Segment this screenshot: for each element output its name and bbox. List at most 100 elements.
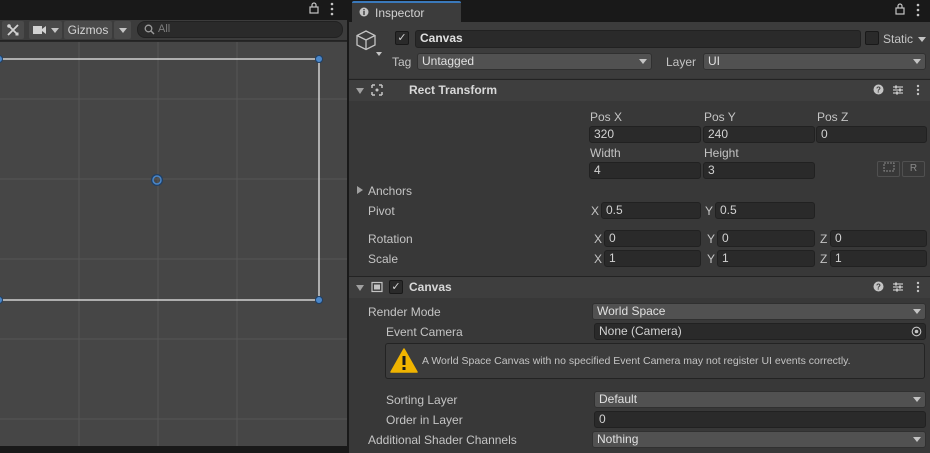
kebab-menu-icon[interactable] <box>916 3 920 20</box>
active-checkbox[interactable]: ✓ <box>395 31 409 45</box>
sorting-layer-label: Sorting Layer <box>386 393 458 407</box>
gizmos-label: Gizmos <box>67 23 109 37</box>
render-mode-dropdown[interactable]: World Space <box>592 303 926 320</box>
chevron-down-icon <box>913 437 921 442</box>
scale-x-field[interactable]: 1 <box>604 250 701 267</box>
video-camera-icon <box>32 26 46 34</box>
pos-z-label: Pos Z <box>817 110 849 124</box>
rotation-z-field[interactable]: 0 <box>830 230 927 247</box>
pos-z-field[interactable]: 0 <box>816 126 927 143</box>
rect-handle-top-right[interactable] <box>315 55 323 63</box>
static-label[interactable]: Static <box>883 32 913 46</box>
rect-transform-icon <box>370 84 384 98</box>
foldout-arrow-icon[interactable] <box>356 88 364 94</box>
static-dropdown-arrow-icon[interactable] <box>918 37 926 42</box>
gizmos-dropdown-button[interactable] <box>114 21 131 39</box>
rect-handle-bottom-left[interactable] <box>0 296 3 304</box>
event-camera-field[interactable]: None (Camera) <box>594 323 926 340</box>
raw-edit-button[interactable]: R <box>902 161 925 177</box>
search-icon <box>144 24 155 38</box>
pivot-y-axis-label[interactable]: Y <box>705 204 713 218</box>
inspector-panel: Inspector ✓ Canvas Static Tag Untagged L… <box>349 0 930 453</box>
anchors-label[interactable]: Anchors <box>368 184 412 198</box>
kebab-menu-icon[interactable] <box>330 2 334 19</box>
rotation-label: Rotation <box>368 232 413 246</box>
scene-search-input[interactable]: All <box>137 21 343 38</box>
shader-channels-value: Nothing <box>597 432 639 446</box>
canvas-icon <box>370 281 384 295</box>
rect-transform-header[interactable]: Rect Transform ? <box>349 79 930 101</box>
layer-dropdown[interactable]: UI <box>703 53 926 70</box>
help-icon[interactable]: ? <box>871 84 885 98</box>
rotation-y-axis-label[interactable]: Y <box>707 232 715 246</box>
scale-y-axis-label[interactable]: Y <box>707 252 715 266</box>
sorting-layer-dropdown[interactable]: Default <box>594 391 926 408</box>
scale-z-axis-label[interactable]: Z <box>820 252 827 266</box>
gameobject-header: ✓ Canvas Static Tag Untagged Layer UI <box>349 22 930 78</box>
render-mode-label: Render Mode <box>368 305 441 319</box>
info-icon <box>359 6 369 20</box>
chevron-down-icon <box>913 309 921 314</box>
rect-handle-bottom-right[interactable] <box>315 296 323 304</box>
lock-icon[interactable] <box>309 2 319 17</box>
blueprint-mode-button[interactable] <box>877 161 900 177</box>
camera-dropdown-button[interactable] <box>29 21 62 39</box>
scale-y-field[interactable]: 1 <box>717 250 815 267</box>
foldout-arrow-icon[interactable] <box>356 285 364 291</box>
pos-x-field[interactable]: 320 <box>589 126 701 143</box>
height-field[interactable]: 3 <box>703 162 815 179</box>
order-in-layer-field[interactable]: 0 <box>594 411 926 428</box>
layer-label: Layer <box>666 55 697 69</box>
object-picker-icon[interactable] <box>911 326 922 339</box>
chevron-down-icon <box>639 59 647 64</box>
canvas-component-header[interactable]: ✓ Canvas ? <box>349 276 930 298</box>
warning-icon <box>390 348 418 377</box>
scene-view-panel: Gizmos All <box>0 0 347 453</box>
anchors-foldout-icon[interactable] <box>357 186 363 194</box>
scale-z-field[interactable]: 1 <box>830 250 927 267</box>
presets-icon[interactable] <box>891 84 905 98</box>
rotation-x-axis-label[interactable]: X <box>594 232 602 246</box>
gameobject-cube-icon[interactable] <box>356 29 384 62</box>
chevron-down-icon <box>50 27 59 33</box>
chevron-down-icon <box>913 397 921 402</box>
warning-helpbox: A World Space Canvas with no specified E… <box>385 343 925 379</box>
tag-value: Untagged <box>422 54 475 68</box>
svg-text:?: ? <box>876 86 881 95</box>
event-camera-value: None (Camera) <box>599 324 682 338</box>
rotation-y-field[interactable]: 0 <box>717 230 815 247</box>
width-label: Width <box>590 146 621 160</box>
pos-y-field[interactable]: 240 <box>703 126 815 143</box>
canvas-enabled-checkbox[interactable]: ✓ <box>389 280 403 294</box>
tools-icon[interactable] <box>2 21 24 39</box>
component-menu-icon[interactable] <box>911 281 925 295</box>
width-field[interactable]: 4 <box>589 162 701 179</box>
tab-inspector[interactable]: Inspector <box>352 1 461 22</box>
order-in-layer-label: Order in Layer <box>386 413 463 427</box>
tag-label: Tag <box>392 55 412 69</box>
pivot-handle[interactable] <box>151 174 163 186</box>
rotation-z-axis-label[interactable]: Z <box>820 232 827 246</box>
tag-dropdown[interactable]: Untagged <box>417 53 652 70</box>
pivot-x-axis-label[interactable]: X <box>591 204 599 218</box>
component-menu-icon[interactable] <box>911 84 925 98</box>
object-name-field[interactable]: Canvas <box>415 30 861 48</box>
shader-channels-dropdown[interactable]: Nothing <box>592 431 926 448</box>
search-placeholder: All <box>158 23 171 35</box>
blueprint-icon <box>883 162 894 172</box>
scene-grid <box>0 42 347 446</box>
scene-viewport[interactable] <box>0 42 347 446</box>
scale-x-axis-label[interactable]: X <box>594 252 602 266</box>
pivot-y-field[interactable]: 0.5 <box>715 202 815 219</box>
rect-handle-top-left[interactable] <box>0 55 3 63</box>
help-icon[interactable]: ? <box>871 281 885 295</box>
gizmos-button[interactable]: Gizmos <box>64 21 112 39</box>
pivot-label: Pivot <box>368 204 395 218</box>
rotation-x-field[interactable]: 0 <box>604 230 701 247</box>
presets-icon[interactable] <box>891 281 905 295</box>
lock-icon[interactable] <box>895 3 905 18</box>
svg-text:?: ? <box>876 283 881 292</box>
pivot-x-field[interactable]: 0.5 <box>601 202 701 219</box>
tab-inspector-label: Inspector <box>375 5 425 20</box>
static-checkbox[interactable] <box>865 31 879 45</box>
